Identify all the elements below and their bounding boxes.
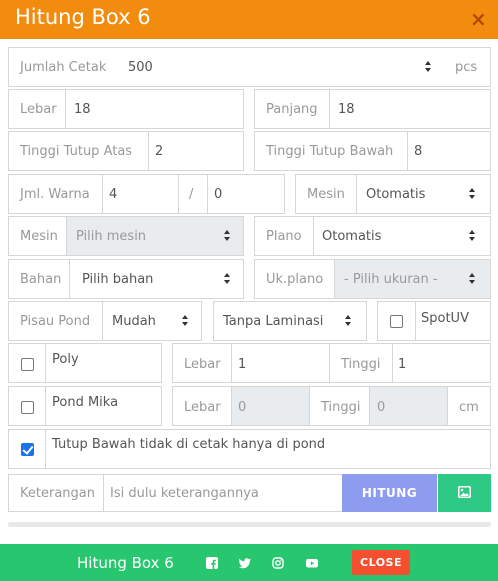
divider (334, 260, 335, 298)
plano-label: Plano (266, 229, 302, 244)
pond-mika-lebar-input[interactable]: 0 (238, 400, 246, 415)
divider (103, 475, 104, 511)
jml-warna-input-1[interactable]: 4 (109, 187, 117, 202)
poly-tinggi-input[interactable]: 1 (398, 357, 406, 372)
divider (231, 344, 232, 382)
divider (65, 90, 66, 128)
pond-mika-label: Pond Mika (52, 395, 119, 410)
hitung-button[interactable]: HITUNG (342, 474, 437, 512)
divider (407, 132, 408, 170)
bahan-label: Bahan (20, 272, 62, 287)
divider (447, 387, 448, 425)
image-button[interactable] (438, 474, 491, 512)
mesin-value: Pilih mesin (76, 229, 147, 244)
pond-mika-lebar-label: Lebar (184, 400, 221, 415)
panjang-input[interactable]: 18 (338, 102, 355, 117)
poly-tinggi-label: Tinggi (341, 357, 381, 372)
lebar-input[interactable]: 18 (74, 102, 91, 117)
pond-mika-tinggi-label: Tinggi (321, 400, 361, 415)
divider (66, 217, 67, 255)
poly-label: Poly (52, 352, 79, 367)
chevron-updown-icon (345, 315, 352, 327)
bahan-value: Pilih bahan (82, 272, 154, 287)
tinggi-tutup-bawah-input[interactable]: 8 (414, 144, 422, 159)
panjang-label: Panjang (266, 102, 318, 117)
tutup-bawah-label: Tutup Bawah tidak di cetak hanya di pond (52, 437, 326, 452)
chevron-updown-icon (469, 188, 476, 200)
mesin-cetak-value: Otomatis (366, 187, 426, 202)
close-icon[interactable]: × (470, 7, 487, 31)
divider (45, 387, 46, 425)
divider (309, 387, 310, 425)
facebook-icon[interactable] (206, 557, 218, 569)
divider (69, 260, 70, 298)
jml-warna-separator: / (189, 187, 194, 202)
twitter-icon[interactable] (239, 557, 251, 569)
pond-mika-unit: cm (459, 400, 479, 415)
tinggi-tutup-atas-input[interactable]: 2 (155, 144, 163, 159)
chevron-updown-icon (469, 230, 476, 242)
divider (415, 302, 416, 340)
divider (45, 430, 46, 468)
pisau-pond-label: Pisau Pond (20, 314, 91, 329)
pisau-pond-value: Mudah (112, 314, 156, 329)
poly-lebar-label: Lebar (184, 357, 221, 372)
tinggi-tutup-atas-label: Tinggi Tutup Atas (20, 144, 133, 159)
divider (178, 175, 179, 213)
keterangan-label: Keterangan (20, 486, 95, 501)
chevron-updown-icon (224, 230, 231, 242)
plano-value: Otomatis (322, 229, 382, 244)
uk-plano-value: - Pilih ukuran - (344, 272, 438, 287)
image-icon (458, 486, 471, 498)
jumlah-cetak-value: 500 (128, 60, 153, 75)
divider (102, 175, 103, 213)
pond-mika-checkbox[interactable] (21, 401, 34, 414)
chevron-updown-icon (425, 61, 432, 73)
pond-mika-tinggi-input[interactable]: 0 (377, 400, 385, 415)
divider (102, 302, 103, 340)
youtube-icon[interactable] (306, 557, 318, 569)
instagram-icon[interactable] (272, 557, 284, 569)
divider (356, 175, 357, 213)
mesin-cetak-label: Mesin (307, 187, 345, 202)
mesin-label: Mesin (20, 229, 58, 244)
divider (207, 175, 208, 213)
lebar-label: Lebar (20, 102, 57, 117)
close-button[interactable]: CLOSE (352, 550, 410, 575)
divider (231, 387, 232, 425)
divider (45, 344, 46, 382)
poly-lebar-input[interactable]: 1 (238, 357, 246, 372)
divider (392, 344, 393, 382)
tutup-bawah-checkbox[interactable] (21, 443, 34, 456)
keterangan-input[interactable]: Isi dulu keterangannya (110, 486, 259, 501)
divider (148, 132, 149, 170)
spotuv-label: SpotUV (421, 311, 469, 326)
laminasi-value: Tanpa Laminasi (223, 314, 324, 329)
chevron-updown-icon (224, 273, 231, 285)
section-divider (8, 522, 491, 527)
divider (329, 90, 330, 128)
footer-title: Hitung Box 6 (77, 554, 174, 572)
divider (369, 387, 370, 425)
chevron-updown-icon (469, 273, 476, 285)
divider (329, 344, 330, 382)
chevron-updown-icon (182, 315, 189, 327)
spotuv-checkbox[interactable] (390, 315, 403, 328)
tinggi-tutup-bawah-label: Tinggi Tutup Bawah (266, 144, 394, 159)
poly-checkbox[interactable] (21, 358, 34, 371)
uk-plano-label: Uk.plano (266, 272, 324, 287)
jumlah-cetak-label: Jumlah Cetak (20, 60, 107, 75)
jumlah-cetak-unit: pcs (455, 60, 478, 75)
divider (313, 217, 314, 255)
modal-title: Hitung Box 6 (15, 5, 151, 29)
jml-warna-label: Jml. Warna (20, 187, 90, 202)
jml-warna-input-2[interactable]: 0 (214, 187, 222, 202)
